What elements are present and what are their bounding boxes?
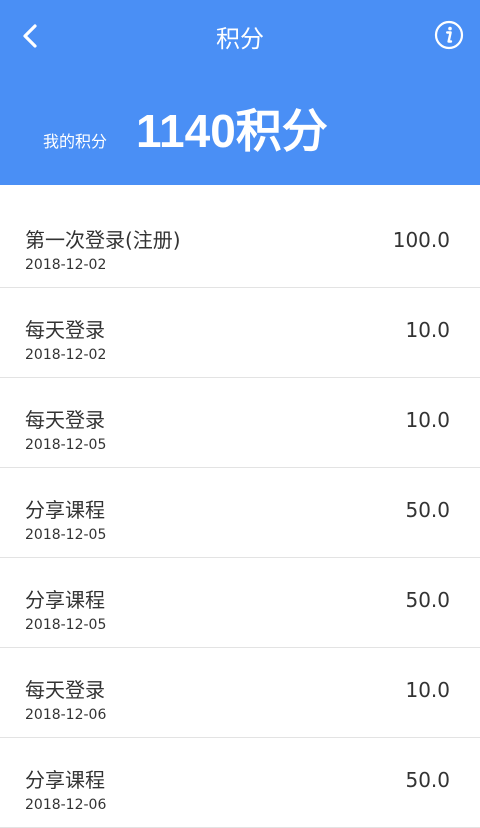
record-date: 2018-12-06 — [25, 707, 107, 723]
list-item[interactable]: 第一次登录(注册) 2018-12-02 100.0 — [0, 198, 480, 288]
record-points: 10.0 — [405, 318, 450, 342]
header-bar: 积分 我的积分 1140积分 — [0, 0, 480, 185]
list-item[interactable]: 每天登录 2018-12-05 10.0 — [0, 378, 480, 468]
list-item[interactable]: 每天登录 2018-12-06 10.0 — [0, 648, 480, 738]
points-history-list: 第一次登录(注册) 2018-12-02 100.0 每天登录 2018-12-… — [0, 198, 480, 828]
record-points: 10.0 — [405, 408, 450, 432]
record-title: 分享课程 — [25, 588, 105, 612]
record-date: 2018-12-05 — [25, 437, 107, 453]
record-points: 100.0 — [392, 228, 450, 252]
record-title: 分享课程 — [25, 498, 105, 522]
record-date: 2018-12-02 — [25, 257, 107, 273]
list-item[interactable]: 每天登录 2018-12-02 10.0 — [0, 288, 480, 378]
record-date: 2018-12-05 — [25, 617, 107, 633]
record-title: 每天登录 — [25, 408, 105, 432]
record-title: 分享课程 — [25, 768, 105, 792]
info-button[interactable] — [432, 18, 466, 56]
record-title: 每天登录 — [25, 678, 105, 702]
record-date: 2018-12-05 — [25, 527, 107, 543]
record-date: 2018-12-06 — [25, 797, 107, 813]
record-points: 10.0 — [405, 678, 450, 702]
record-date: 2018-12-02 — [25, 347, 107, 363]
list-item[interactable]: 分享课程 2018-12-05 50.0 — [0, 468, 480, 558]
list-item[interactable]: 分享课程 2018-12-05 50.0 — [0, 558, 480, 648]
record-title: 每天登录 — [25, 318, 105, 342]
info-circle-icon — [434, 20, 464, 54]
points-label: 我的积分 — [43, 132, 108, 151]
points-total: 1140积分 — [136, 105, 328, 157]
list-item[interactable]: 分享课程 2018-12-06 50.0 — [0, 738, 480, 828]
record-points: 50.0 — [405, 768, 450, 792]
record-points: 50.0 — [405, 498, 450, 522]
record-title: 第一次登录(注册) — [25, 228, 181, 252]
page-title: 积分 — [216, 25, 264, 53]
record-points: 50.0 — [405, 588, 450, 612]
